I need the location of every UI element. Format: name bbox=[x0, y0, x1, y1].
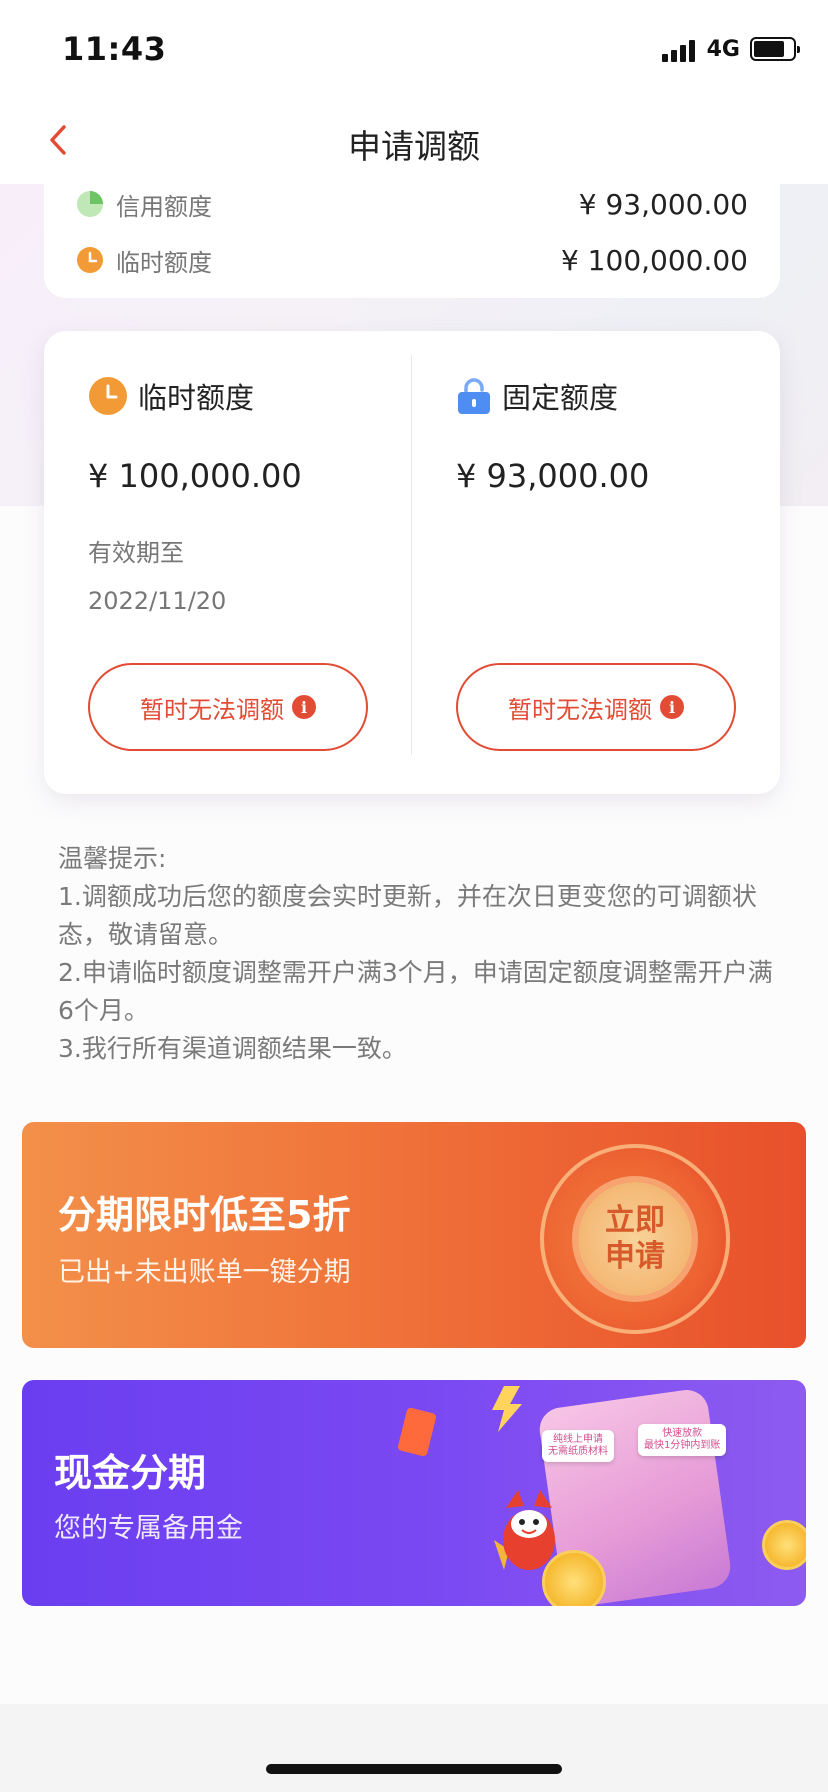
signal-icon bbox=[661, 36, 695, 62]
pie-chart-icon bbox=[76, 190, 104, 218]
fixed-adjust-label: 暂时无法调额 bbox=[508, 695, 652, 724]
lightning-icon bbox=[492, 1386, 522, 1432]
temporary-quota-amount: ¥ 100,000.00 bbox=[88, 457, 302, 495]
bottom-area bbox=[0, 1704, 828, 1792]
installment-promo-banner[interactable]: 分期限时低至5折 已出+未出账单一键分期 立即 申请 bbox=[22, 1122, 806, 1348]
feature-chip-online: 纯线上申请 无需纸质材料 bbox=[542, 1430, 614, 1462]
nav-bar: 申请调额 bbox=[0, 96, 828, 184]
expire-date: 2022/11/20 bbox=[88, 587, 227, 615]
home-indicator[interactable] bbox=[266, 1764, 562, 1774]
installment-banner-subtitle: 已出+未出账单一键分期 bbox=[58, 1257, 351, 1288]
clock-icon bbox=[76, 246, 104, 274]
envelope-icon bbox=[397, 1407, 437, 1457]
info-icon[interactable]: i bbox=[660, 695, 684, 719]
temporary-quota-header: 临时额度 bbox=[88, 375, 254, 417]
fixed-quota-amount: ¥ 93,000.00 bbox=[456, 457, 650, 495]
coin-icon bbox=[762, 1520, 806, 1570]
credit-limit-value: ¥ 93,000.00 bbox=[578, 187, 748, 221]
coin-icon bbox=[542, 1550, 606, 1606]
temp-limit-value: ¥ 100,000.00 bbox=[560, 243, 748, 277]
tips-heading: 温馨提示: bbox=[58, 844, 167, 873]
tips-section: 温馨提示: 1.调额成功后您的额度会实时更新，并在次日更变您的可调额状态，敬请留… bbox=[58, 840, 778, 1068]
fixed-quota-column: 固定额度 ¥ 93,000.00 暂时无法调额 i bbox=[456, 331, 776, 794]
fixed-adjust-button[interactable]: 暂时无法调额 i bbox=[456, 663, 736, 751]
temporary-quota-title: 临时额度 bbox=[138, 381, 255, 415]
cash-banner-title: 现金分期 bbox=[54, 1451, 207, 1495]
fixed-quota-header: 固定额度 bbox=[456, 375, 618, 417]
fixed-quota-title: 固定额度 bbox=[502, 381, 619, 415]
installment-banner-title: 分期限时低至5折 bbox=[58, 1193, 351, 1237]
lock-icon bbox=[458, 378, 490, 414]
quota-adjust-card: 临时额度 ¥ 100,000.00 有效期至 2022/11/20 暂时无法调额… bbox=[44, 331, 780, 794]
battery-icon bbox=[750, 37, 800, 61]
status-indicators: 4G bbox=[661, 36, 800, 62]
temporary-quota-column: 临时额度 ¥ 100,000.00 有效期至 2022/11/20 暂时无法调额… bbox=[88, 331, 408, 794]
temporary-adjust-button[interactable]: 暂时无法调额 i bbox=[88, 663, 368, 751]
temporary-adjust-label: 暂时无法调额 bbox=[140, 695, 284, 724]
tips-line: 2.申请临时额度调整需开户满3个月，申请固定额度调整需开户满6个月。 bbox=[58, 958, 773, 1025]
temp-limit-label: 临时额度 bbox=[116, 248, 212, 277]
status-time: 11:43 bbox=[62, 30, 167, 68]
temp-limit-row: 临时额度 ¥ 100,000.00 bbox=[76, 240, 748, 280]
cash-banner-subtitle: 您的专属备用金 bbox=[54, 1513, 243, 1544]
credit-summary-card: 信用额度 ¥ 93,000.00 临时额度 ¥ 100,000.00 bbox=[44, 184, 780, 298]
apply-now-line2: 申请 bbox=[605, 1239, 665, 1274]
clock-icon bbox=[89, 377, 127, 415]
column-divider bbox=[411, 355, 412, 755]
page-title: 申请调额 bbox=[348, 127, 480, 166]
credit-limit-label: 信用额度 bbox=[116, 192, 212, 221]
status-bar: 11:43 4G bbox=[0, 0, 828, 96]
credit-limit-row: 信用额度 ¥ 93,000.00 bbox=[76, 184, 748, 224]
feature-chip-fast: 快速放款 最快1分钟内到账 bbox=[638, 1424, 727, 1456]
apply-now-inner: 立即 申请 bbox=[578, 1182, 692, 1296]
apply-now-line1: 立即 bbox=[605, 1203, 665, 1238]
apply-now-badge[interactable]: 立即 申请 bbox=[540, 1144, 730, 1334]
network-type: 4G bbox=[706, 36, 740, 62]
info-icon[interactable]: i bbox=[292, 695, 316, 719]
tips-line: 1.调额成功后您的额度会实时更新，并在次日更变您的可调额状态，敬请留意。 bbox=[58, 882, 757, 949]
expire-label: 有效期至 bbox=[88, 539, 184, 567]
cash-installment-banner[interactable]: 现金分期 您的专属备用金 纯线上申请 无需纸质材料 快速放款 最快1分钟内到账 bbox=[22, 1380, 806, 1606]
tips-line: 3.我行所有渠道调额结果一致。 bbox=[58, 1034, 407, 1063]
